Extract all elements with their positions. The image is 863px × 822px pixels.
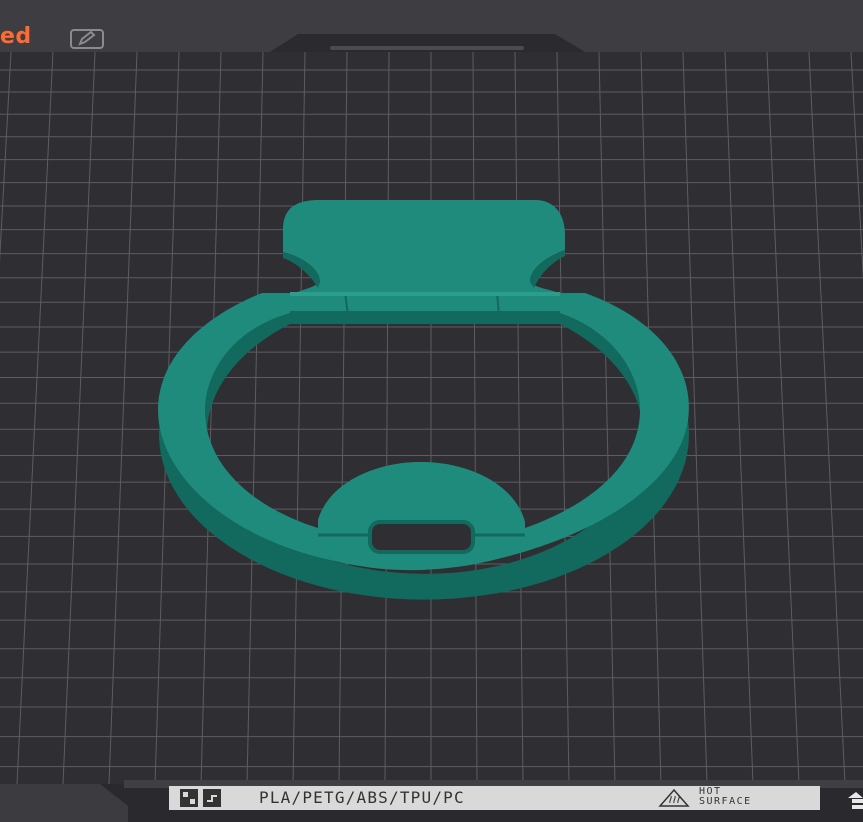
edit-icon[interactable]	[70, 28, 104, 50]
hot-surface-icon	[657, 788, 691, 808]
plate-slot	[330, 46, 524, 50]
compatible-materials: PLA/PETG/ABS/TPU/PC	[259, 788, 465, 807]
plate-logo-icon-2	[203, 789, 221, 807]
bed-label-sticker: PLA/PETG/ABS/TPU/PC HOT SURFACE	[169, 786, 820, 810]
hot-surface-warning: HOT SURFACE	[699, 787, 809, 807]
model-top-tab	[283, 200, 565, 299]
file-title: ed	[0, 24, 32, 49]
plate-logo-icon	[180, 789, 198, 807]
warning-line-2: SURFACE	[699, 796, 752, 807]
model-slot-hole	[368, 520, 475, 554]
3d-viewport[interactable]	[0, 0, 863, 822]
upload-icon[interactable]	[846, 790, 863, 810]
